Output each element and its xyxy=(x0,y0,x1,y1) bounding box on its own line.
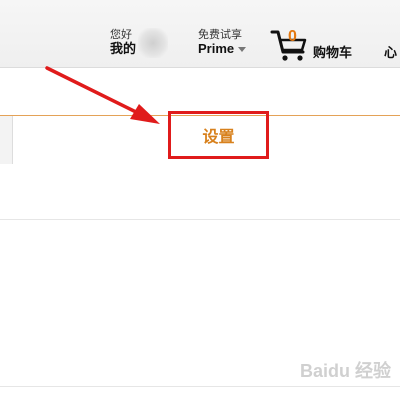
baidu-watermark: Baidu 经验 xyxy=(300,361,392,381)
settings-link[interactable]: 设置 xyxy=(202,123,234,147)
chevron-down-icon xyxy=(238,47,247,53)
cart-count-badge: 0 xyxy=(288,28,297,45)
blurred-username xyxy=(138,28,168,58)
settings-highlight-box: 设置 xyxy=(168,111,269,159)
prime-trial-text: 免费试享 xyxy=(198,29,242,41)
left-tab-panel xyxy=(0,116,13,164)
wishlist-link[interactable]: 心 xyxy=(384,42,397,61)
footer-divider xyxy=(0,386,400,387)
greeting-text: 您好 xyxy=(110,29,132,41)
account-label: 我的 xyxy=(110,41,137,56)
account-menu[interactable]: 您好 我的 xyxy=(110,28,136,56)
prime-label: Prime xyxy=(198,41,235,56)
content-divider xyxy=(0,219,400,220)
cart-link[interactable]: 购物车 xyxy=(313,42,352,61)
prime-menu[interactable]: 免费试享 Prime xyxy=(198,28,247,56)
top-navigation-bar: 您好 我的 免费试享 Prime 0 购物车 心 xyxy=(0,0,400,68)
